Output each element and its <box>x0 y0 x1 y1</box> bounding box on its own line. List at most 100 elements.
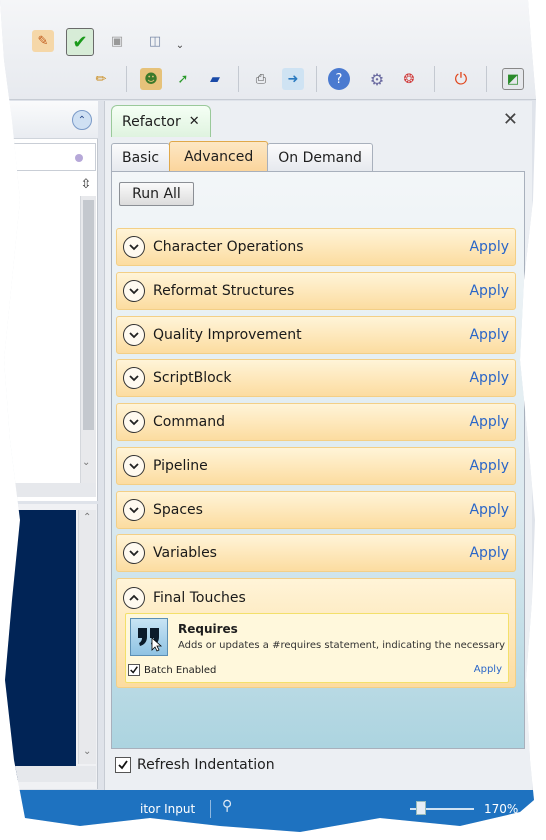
group-title: Quality Improvement <box>153 327 302 343</box>
ribbon-badge-icon[interactable]: ⚲ <box>222 798 232 814</box>
quote-icon <box>130 618 168 656</box>
chevron-down-icon[interactable] <box>123 367 145 389</box>
status-dot-icon <box>75 154 83 162</box>
colored-circles-icon[interactable]: ❂ <box>398 68 420 90</box>
green-cursor-icon[interactable]: ➚ <box>172 68 194 90</box>
rule-requires[interactable]: Requires Adds or updates a #requires sta… <box>125 613 509 683</box>
group-variables[interactable]: Variables Apply <box>116 534 516 572</box>
toolbar-separator <box>486 66 487 92</box>
group-title: Spaces <box>153 502 203 518</box>
scroll-up-arrow-icon[interactable]: ⌃ <box>83 512 91 523</box>
scroll-down-arrow-icon[interactable]: ⌄ <box>83 746 91 757</box>
apply-link[interactable]: Apply <box>469 458 509 474</box>
help-icon[interactable]: ? <box>328 68 350 90</box>
apply-link[interactable]: Apply <box>469 370 509 386</box>
status-input-label: itor Input <box>140 802 196 816</box>
status-separator <box>210 800 211 818</box>
tab-basic[interactable]: Basic <box>111 143 171 171</box>
pane-header: ⌃ <box>0 101 98 139</box>
close-tab-icon[interactable]: ✕ <box>189 114 200 129</box>
close-panel-icon[interactable]: ✕ <box>503 109 518 130</box>
group-title: Reformat Structures <box>153 283 295 299</box>
overflow-dropdown-icon[interactable]: ⌄ <box>174 38 186 52</box>
toolbar-separator <box>434 66 435 92</box>
group-quality-improvement[interactable]: Quality Improvement Apply <box>116 316 516 354</box>
group-character-operations[interactable]: Character Operations Apply <box>116 228 516 266</box>
apply-link[interactable]: Apply <box>469 327 509 343</box>
zoom-level: 170% <box>484 802 519 816</box>
chevron-up-icon[interactable] <box>123 587 145 609</box>
chevron-down-icon[interactable] <box>123 455 145 477</box>
monitor-icon[interactable]: ▣ <box>106 30 128 52</box>
script-explorer-pane: ⌃ ⇳ ⌄ <box>0 101 98 501</box>
final-touches-header[interactable]: Final Touches <box>117 579 246 617</box>
user-icon[interactable]: ☻ <box>140 68 162 90</box>
group-title: Variables <box>153 545 217 561</box>
apply-link[interactable]: Apply <box>469 545 509 561</box>
tab-on-demand[interactable]: On Demand <box>267 143 373 171</box>
refactor-mode-tabs: Basic Advanced On Demand <box>111 141 373 171</box>
power-icon[interactable]: ⏻ <box>450 68 472 90</box>
printer-icon[interactable]: ⎙ <box>250 68 272 90</box>
apply-link[interactable]: Apply <box>469 502 509 518</box>
gear-icon[interactable]: ⚙ <box>366 68 388 90</box>
group-title: Final Touches <box>153 590 246 606</box>
console-horizontal-scrollbar[interactable] <box>0 766 96 782</box>
book-icon[interactable]: ▰ <box>204 68 226 90</box>
chevron-down-icon[interactable] <box>123 236 145 258</box>
console-pane: ⌃ ⌄ <box>0 504 98 789</box>
horizontal-scrollbar[interactable] <box>0 483 96 497</box>
group-title: Pipeline <box>153 458 208 474</box>
chevron-down-icon[interactable] <box>123 280 145 302</box>
scroll-down-arrow-icon[interactable]: ⌄ <box>82 457 90 468</box>
powershell-console[interactable] <box>0 510 76 780</box>
group-spaces[interactable]: Spaces Apply <box>116 491 516 529</box>
status-bar: itor Input ⚲ 170% <box>0 790 536 832</box>
checkbox-checked-icon[interactable] <box>128 664 140 676</box>
advanced-tab-content: Run All Character Operations Apply Refor… <box>111 171 525 749</box>
toolbar-separator <box>238 66 239 92</box>
checkbox-checked-icon[interactable] <box>115 757 131 773</box>
rule-apply-link[interactable]: Apply <box>474 664 502 675</box>
refactor-tab[interactable]: Refactor ✕ <box>111 105 211 137</box>
window-clock-icon[interactable]: ◫ <box>144 30 166 52</box>
chevron-down-icon[interactable] <box>123 411 145 433</box>
group-title: Command <box>153 414 225 430</box>
export-icon[interactable]: ➜ <box>282 68 304 90</box>
toolbar-separator <box>316 66 317 92</box>
pencil-icon[interactable]: ✏ <box>90 68 112 90</box>
run-all-button[interactable]: Run All <box>119 182 194 206</box>
group-title: ScriptBlock <box>153 370 232 386</box>
apply-link[interactable]: Apply <box>469 414 509 430</box>
zoom-slider-thumb[interactable] <box>416 801 426 815</box>
refresh-indentation-label: Refresh Indentation <box>137 757 275 773</box>
refresh-indentation-checkbox[interactable]: Refresh Indentation <box>115 757 275 773</box>
refactor-panel: Refactor ✕ ✕ Basic Advanced On Demand Ru… <box>104 101 532 790</box>
collapse-up-icon[interactable]: ⌃ <box>72 110 92 130</box>
tab-advanced[interactable]: Advanced <box>169 141 269 171</box>
apply-link[interactable]: Apply <box>469 283 509 299</box>
splitter-icon[interactable]: ⇳ <box>78 177 94 193</box>
vertical-scrollbar[interactable] <box>80 196 96 486</box>
group-reformat-structures[interactable]: Reformat Structures Apply <box>116 272 516 310</box>
layout-icon[interactable]: ◩ <box>502 68 524 90</box>
rule-title: Requires <box>178 622 238 636</box>
toolbar-separator <box>126 66 127 92</box>
apply-link[interactable]: Apply <box>469 239 509 255</box>
edit-icon[interactable]: ✎ <box>32 30 54 52</box>
chevron-down-icon[interactable] <box>123 499 145 521</box>
chevron-down-icon[interactable] <box>123 324 145 346</box>
chevron-down-icon[interactable] <box>123 542 145 564</box>
toolbar: ✎ ✔ ▣ ◫ ⌄ ✏ ☻ ➚ ▰ ⎙ ➜ ? ⚙ ❂ ⏻ ◩ <box>0 0 536 100</box>
screenshot-frame: ✎ ✔ ▣ ◫ ⌄ ✏ ☻ ➚ ▰ ⎙ ➜ ? ⚙ ❂ ⏻ ◩ ⌃ ⇳ ⌄ ⌃ … <box>0 0 536 832</box>
rule-description: Adds or updates a #requires statement, i… <box>178 640 505 651</box>
checkmark-toggle-icon[interactable]: ✔ <box>66 28 94 56</box>
group-pipeline[interactable]: Pipeline Apply <box>116 447 516 485</box>
refactor-tab-label: Refactor <box>122 113 181 130</box>
batch-enabled-checkbox[interactable]: Batch Enabled <box>128 664 216 676</box>
console-vertical-scrollbar[interactable]: ⌃ ⌄ <box>78 510 96 764</box>
scroll-thumb[interactable] <box>83 200 94 430</box>
search-input[interactable] <box>0 143 96 171</box>
group-scriptblock[interactable]: ScriptBlock Apply <box>116 359 516 397</box>
group-command[interactable]: Command Apply <box>116 403 516 441</box>
